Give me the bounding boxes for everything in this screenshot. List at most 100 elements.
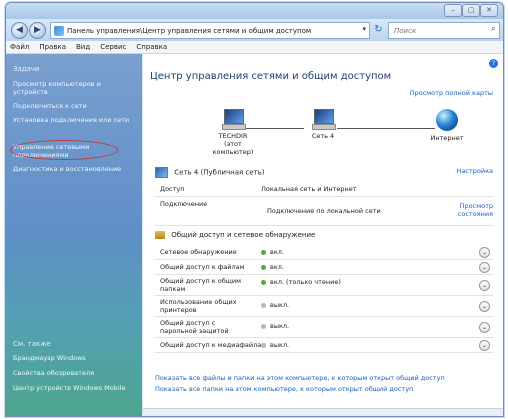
search-input[interactable] [392,23,484,38]
sharing-label: Использование общих принтеров [160,298,237,314]
sidebar-item-setup-connection[interactable]: Установка подключения или сети [13,116,137,124]
search-icon[interactable]: ⌕ [491,24,496,34]
computer-sub: (этот компьютер) [212,140,254,156]
sharing-heading: Общий доступ и сетевое обнаружение [171,231,316,239]
search-box[interactable]: ⌕ [388,22,500,39]
expand-button[interactable]: ⌄ [479,322,490,333]
status-on-icon [261,264,266,270]
menu-help[interactable]: Справка [136,43,167,51]
close-button[interactable]: ✕ [480,4,498,17]
map-node-computer[interactable]: TECHDIR (этот компьютер) [205,109,261,156]
see-also-heading: См. также [13,340,51,348]
task-sidebar: Задачи Просмотр компьютеров и устройств … [6,54,142,416]
map-node-internet[interactable]: Интернет [425,109,469,142]
window: – ▢ ✕ ◀ ▶ Панель управления\Центр управл… [5,2,504,417]
maximize-button[interactable]: ▢ [462,4,480,17]
sidebar-item-connect[interactable]: Подключиться к сети [13,102,137,110]
refresh-icon[interactable]: ↻ [372,23,385,36]
network-details: Доступ Локальная сеть и Интернет Подключ… [155,182,493,226]
page-title: Центр управления сетями и общим доступом [150,71,392,82]
menu-view[interactable]: Вид [76,43,90,51]
view-full-map-link[interactable]: Просмотр полной карты [410,89,493,97]
forward-button[interactable]: ▶ [29,22,46,39]
show-shared-folders-link[interactable]: Показать все папки на этом компьютере, к… [155,385,413,393]
status-value: выкл. [261,341,289,349]
row-value: Локальная сеть и Интернет [261,185,357,193]
sidebar-item-internet-options[interactable]: Свойства обозревателя [13,369,137,377]
sharing-header: Общий доступ и сетевое обнаружение [155,231,493,245]
address-toolbar: ◀ ▶ Панель управления\Центр управления с… [6,19,503,41]
menu-tools[interactable]: Сервис [100,43,126,51]
status-value: выкл. [261,301,289,309]
chevron-down-icon[interactable]: ▾ [362,25,366,33]
tasks-heading: Задачи [13,65,40,73]
back-arrow-icon: ◀ [16,25,23,35]
chevron-down-icon: ⌄ [481,324,488,331]
main-content: ? Центр управления сетями и общим доступ… [143,54,503,416]
minimize-button[interactable]: – [444,4,462,17]
internet-label: Интернет [430,134,464,142]
control-panel-icon [54,25,64,36]
globe-icon [436,109,458,131]
expand-button[interactable]: ⌄ [479,301,490,312]
back-button[interactable]: ◀ [11,22,28,39]
list-item: Сетевое обнаружение вкл. ⌄ [155,246,493,260]
chevron-down-icon: ⌄ [481,282,488,289]
address-bar[interactable]: Панель управления\Центр управления сетям… [50,22,370,39]
status-off-icon [261,342,266,348]
show-shared-files-link[interactable]: Показать все файлы и папки на этом компь… [155,374,445,382]
map-node-network[interactable]: Сеть 4 [305,109,341,140]
status-value: вкл. (только чтение) [261,278,341,286]
network-icon [155,167,168,178]
chevron-down-icon: ⌄ [481,249,488,256]
expand-button[interactable]: ⌄ [479,247,490,258]
status-value: вкл. [261,248,284,256]
row-value: Подключение по локальной сети [267,207,381,215]
sharing-icon [155,231,165,239]
help-icon[interactable]: ? [489,59,498,68]
row-label: Доступ [160,185,185,193]
status-off-icon [261,323,266,329]
sidebar-item-mobile-device-center[interactable]: Центр устройств Windows Mobile [13,384,137,392]
chevron-down-icon: ⌄ [481,342,488,349]
sidebar-item-firewall[interactable]: Брандмауэр Windows [13,354,137,362]
status-value: вкл. [261,263,284,271]
status-value: выкл. [261,322,289,330]
sidebar-item-view-computers[interactable]: Просмотр компьютеров и устройств [13,80,137,96]
sharing-label: Сетевое обнаружение [160,248,237,256]
chevron-down-icon: ⌄ [481,303,488,310]
list-item: Общий доступ к общим папкам вкл. (только… [155,275,493,296]
connection-line [337,128,435,129]
network-header: Сеть 4 (Публичная сеть) Настройка [155,167,493,181]
sharing-label: Общий доступ к медиафайлам [160,341,267,349]
table-row: Подключение Подключение по локальной сет… [155,197,493,226]
sharing-label: Общий доступ с парольной защитой [160,319,229,335]
expand-button[interactable]: ⌄ [479,280,490,291]
status-on-icon [261,249,266,255]
computer-icon [220,109,246,130]
sidebar-item-diagnostics[interactable]: Диагностика и восстановление [13,165,137,173]
list-item: Общий доступ к медиафайлам выкл. ⌄ [155,338,493,353]
sharing-label: Общий доступ к общим папкам [160,277,241,293]
configure-link[interactable]: Настройка [457,167,493,175]
sharing-label: Общий доступ к файлам [160,263,245,271]
list-item: Общий доступ с парольной защитой выкл. ⌄ [155,317,493,338]
status-off-icon [261,302,266,308]
view-status-link[interactable]: Просмотр состояния [457,202,493,218]
status-on-icon [261,279,266,285]
network-icon [310,109,336,130]
highlight-ring [10,140,118,160]
expand-button[interactable]: ⌄ [479,262,490,273]
menu-file[interactable]: Файл [10,43,29,51]
network-name: Сеть 4 [311,132,335,140]
forward-arrow-icon: ▶ [34,25,41,35]
address-path: Панель управления\Центр управления сетям… [67,26,312,35]
menu-bar: Файл Правка Вид Сервис Справка [6,41,503,54]
title-bar: – ▢ ✕ [6,3,503,19]
sharing-list: Сетевое обнаружение вкл. ⌄ Общий доступ … [155,246,493,360]
table-row: Доступ Локальная сеть и Интернет [155,182,493,197]
menu-edit[interactable]: Правка [39,43,66,51]
expand-button[interactable]: ⌄ [479,340,490,351]
list-item: Использование общих принтеров выкл. ⌄ [155,296,493,317]
row-label: Подключение [160,200,208,208]
